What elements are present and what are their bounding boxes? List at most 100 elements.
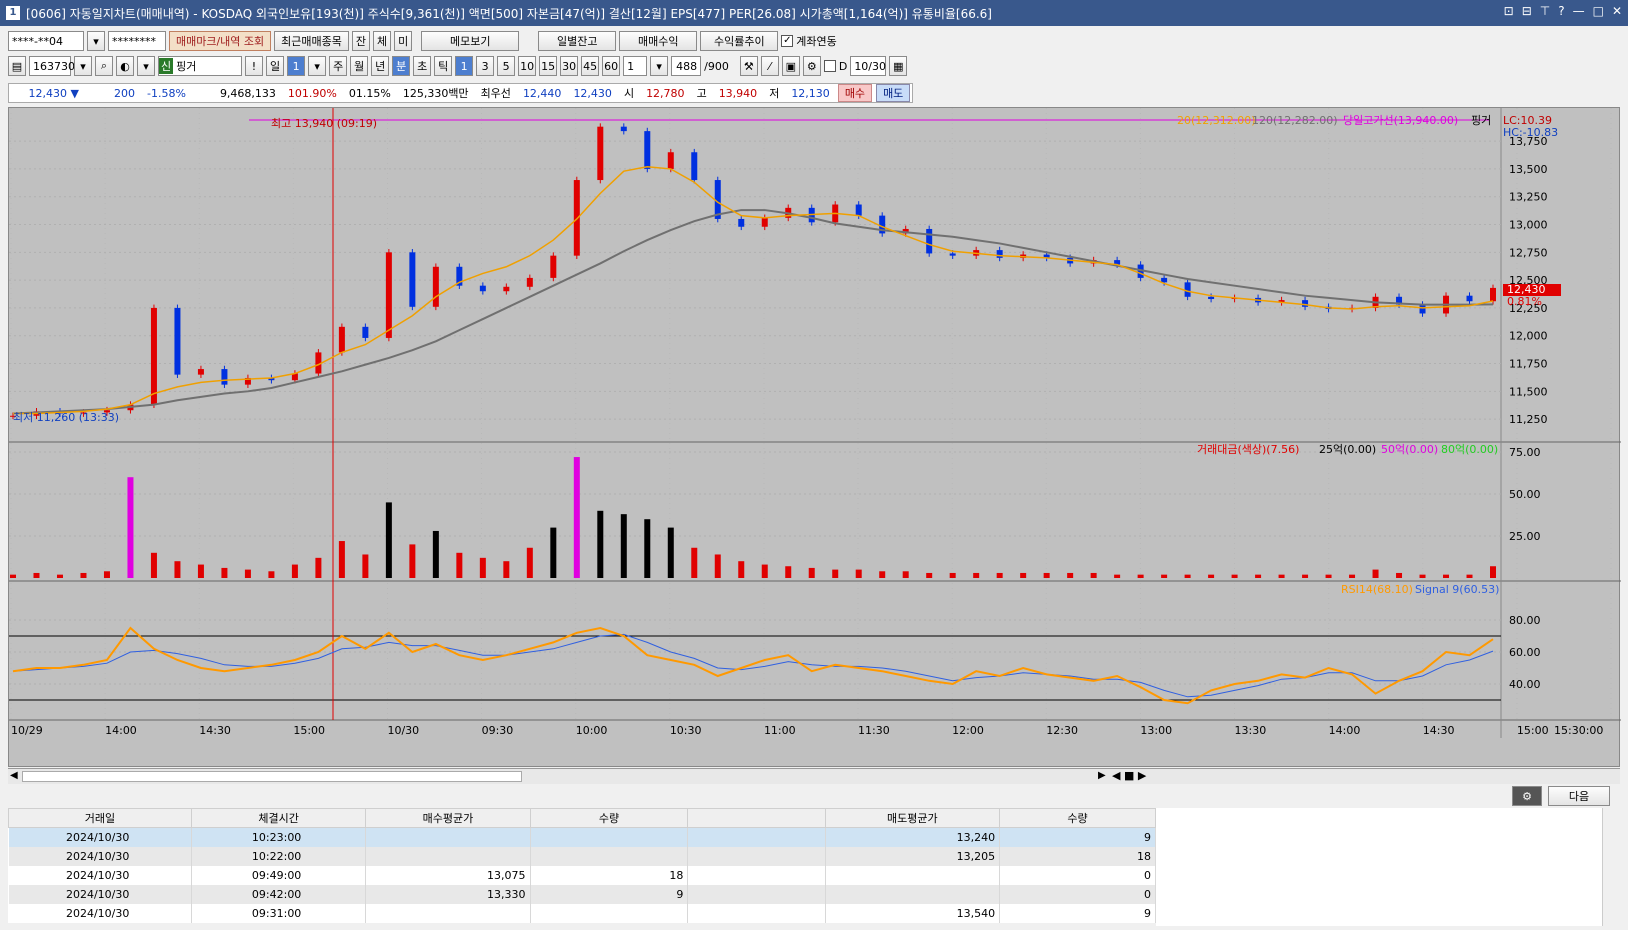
chart-svg[interactable]: 13,75013,50013,25013,00012,75012,50012,2… (9, 108, 1621, 768)
cell-sell-price (825, 865, 1001, 885)
price-candle (1184, 282, 1191, 297)
link-checkbox[interactable]: ✓ (781, 35, 794, 47)
code-field[interactable]: 163730 (29, 56, 75, 76)
grid-vscroll[interactable] (1602, 808, 1618, 926)
volume-bar (1349, 574, 1356, 578)
help-icon[interactable]: ? (1558, 4, 1564, 18)
name-field[interactable]: 신 핑거 (158, 56, 242, 76)
table-row[interactable]: 2024/10/30 10:22:00 13,205 18 (8, 846, 1156, 866)
chevron-down-icon[interactable]: ▾ (87, 31, 105, 51)
time-axis-label: 13:30 (1235, 724, 1267, 737)
table-row[interactable]: 2024/10/30 10:23:00 13,240 9 (8, 827, 1156, 847)
period-second[interactable]: 초 (413, 56, 432, 76)
volume-bar (221, 567, 228, 578)
day-button[interactable]: 일 (266, 56, 285, 76)
min-3[interactable]: 3 (476, 56, 495, 76)
trade-profit-button[interactable]: 매매수익 (619, 31, 698, 51)
chevron-down-icon[interactable]: ▾ (137, 56, 155, 76)
best-label: 최우선 (480, 87, 511, 100)
time-axis-label: 12:00 (952, 724, 984, 737)
sell-button[interactable]: 매도 (876, 84, 911, 102)
price-candle (620, 126, 627, 132)
time-axis-label: 09:30 (482, 724, 514, 737)
price-candle (855, 204, 862, 216)
maximize-icon[interactable]: □ (1593, 4, 1604, 18)
table-row[interactable]: 2024/10/30 09:42:00 13,330 9 0 (8, 884, 1156, 904)
period-week[interactable]: 주 (329, 56, 348, 76)
account-field[interactable]: ****-**04 (8, 31, 84, 51)
min-45[interactable]: 45 (581, 56, 600, 76)
open-label: 시 (623, 87, 635, 100)
chevron-down-icon[interactable]: ▾ (650, 56, 669, 76)
trades-table: 거래일 체결시간 매수평균가 수량 매도평균가 수량 2024/10/30 10… (8, 808, 1156, 923)
cascade-icon[interactable]: ⊟ (1522, 4, 1532, 18)
save-icon[interactable]: ▣ (781, 56, 800, 76)
period-value[interactable]: 1 (287, 56, 306, 76)
cell-time: 09:31:00 (191, 903, 367, 923)
profit-rate-button[interactable]: 수익률추이 (700, 31, 779, 51)
date-checkbox[interactable] (823, 60, 836, 72)
trade-mark-button[interactable]: 매매마크/내역 조회 (169, 31, 272, 51)
search-icon[interactable]: ⌕ (95, 56, 113, 76)
min-30[interactable]: 30 (560, 56, 579, 76)
table-row[interactable]: 2024/10/30 09:49:00 13,075 18 0 (8, 865, 1156, 885)
min-15[interactable]: 15 (539, 56, 558, 76)
price-candle (949, 253, 956, 256)
daily-balance-button[interactable]: 일별잔고 (538, 31, 617, 51)
tile-icon[interactable]: ⊡ (1504, 4, 1514, 18)
executed-button[interactable]: 체 (373, 31, 392, 51)
price-candle (1466, 295, 1473, 302)
next-button[interactable]: 다음 (1548, 786, 1610, 806)
volume-bar (80, 572, 87, 578)
period-tick[interactable]: 틱 (434, 56, 453, 76)
time-axis-label: 14:00 (1329, 724, 1361, 737)
balance-button[interactable]: 잔 (351, 31, 371, 51)
volume-bar (597, 510, 604, 578)
speaker-icon[interactable]: ◐ (116, 56, 134, 76)
volume-bar (644, 519, 651, 578)
tools-icon[interactable]: ⚒ (739, 56, 758, 76)
price-candle (761, 217, 768, 227)
count-field[interactable]: 488 (671, 56, 702, 76)
chart-area[interactable]: 13,750 13,500 13,250 13,000 12,750 12,500 12,2… (8, 107, 1621, 768)
period-minute[interactable]: 분 (392, 56, 411, 76)
gear-icon[interactable]: ⚙ (802, 56, 821, 76)
price-tick-label: 13,250 (1509, 191, 1548, 204)
line-icon[interactable]: ⁄ (760, 56, 779, 76)
gear-icon[interactable]: ⚙ (1512, 786, 1542, 806)
vol-legend-80: 80억(0.00) (1441, 443, 1498, 456)
alert-button[interactable]: ! (245, 56, 263, 76)
table-row[interactable]: 2024/10/30 09:31:00 13,540 9 (8, 903, 1156, 923)
min-5[interactable]: 5 (497, 56, 516, 76)
calendar-icon[interactable]: ▦ (889, 56, 908, 76)
chevron-down-icon[interactable]: ▾ (308, 56, 327, 76)
chevron-down-icon[interactable]: ▾ (74, 56, 92, 76)
scroll-left-icon[interactable]: ◀ (10, 770, 18, 781)
period-month[interactable]: 월 (350, 56, 369, 76)
min-10[interactable]: 10 (518, 56, 537, 76)
pin-icon[interactable]: ⊤ (1540, 4, 1550, 18)
play-controls-icon[interactable]: ◀ ■ ▶ (1112, 769, 1146, 782)
min-1[interactable]: 1 (455, 56, 474, 76)
layout-icon[interactable]: ▤ (8, 56, 26, 76)
signal-legend: Signal 9(60.53) (1415, 583, 1499, 596)
close-icon[interactable]: ✕ (1612, 4, 1622, 18)
volume-bar (1325, 574, 1332, 578)
volume-bar (1020, 572, 1027, 578)
memo-button[interactable]: 메모보기 (421, 31, 520, 51)
recent-trades-button[interactable]: 최근매매종목 (274, 31, 349, 51)
interval-field[interactable]: 1 (623, 56, 648, 76)
min-60[interactable]: 60 (602, 56, 621, 76)
scroll-right-icon[interactable]: ▶ (1098, 770, 1106, 781)
date-field[interactable]: 10/30 (850, 56, 887, 76)
price-pct: -1.58% (147, 86, 186, 100)
volume-bar (291, 564, 298, 578)
unexecuted-button[interactable]: 미 (394, 31, 413, 51)
buy-button[interactable]: 매수 (837, 84, 873, 102)
scroll-thumb[interactable] (22, 771, 522, 782)
chart-scrollbar[interactable]: ◀ ▶ ◀ ■ ▶ (8, 768, 1620, 784)
minimize-icon[interactable]: — (1573, 4, 1585, 18)
period-year[interactable]: 년 (371, 56, 390, 76)
price-candle (926, 228, 933, 254)
password-field[interactable]: ******** (108, 31, 166, 51)
